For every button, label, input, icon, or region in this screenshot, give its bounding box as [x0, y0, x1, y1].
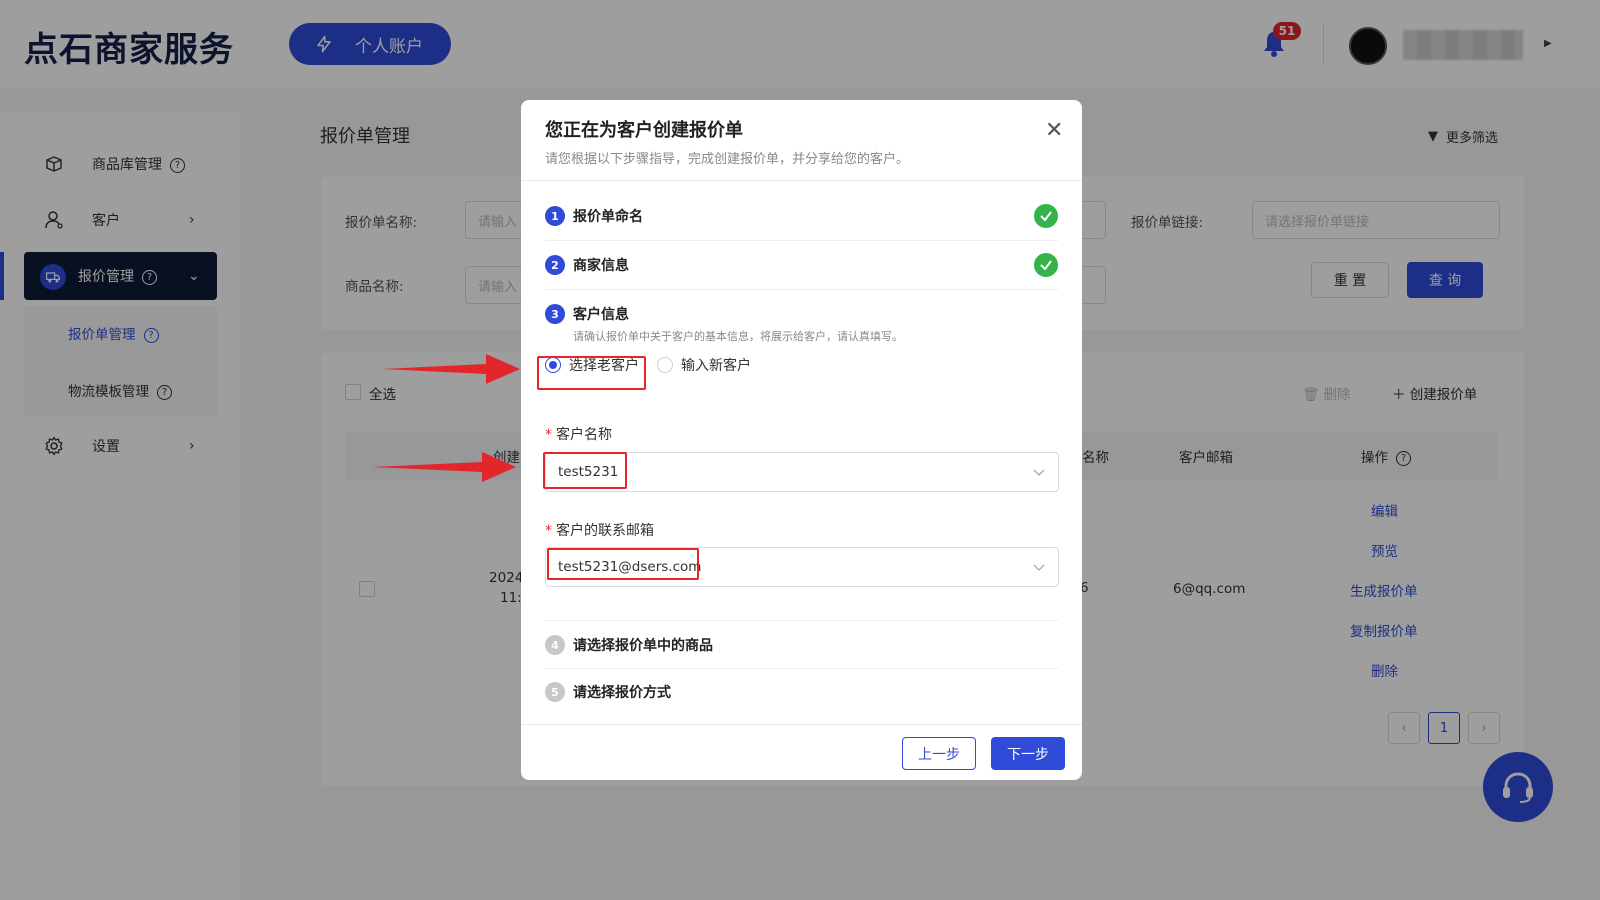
- modal-header-divider: [521, 180, 1082, 181]
- modal-title: 您正在为客户创建报价单: [545, 120, 743, 141]
- close-icon[interactable]: ✕: [1045, 118, 1063, 143]
- modal-subtitle: 请您根据以下步骤指导，完成创建报价单，并分享给您的客户。: [545, 152, 910, 167]
- chevron-down-icon: [1033, 469, 1045, 476]
- customer-name-label-text: 客户名称: [556, 427, 612, 443]
- customer-email-label-text: 客户的联系邮箱: [556, 523, 654, 539]
- step-select-pricing[interactable]: 5 请选择报价方式: [545, 668, 1058, 716]
- step-label: 请选择报价方式: [573, 685, 671, 701]
- step-number: 1: [545, 206, 565, 226]
- step-merchant-info[interactable]: 2 商家信息: [545, 241, 1058, 289]
- check-icon: [1034, 204, 1058, 228]
- chevron-down-icon: [1033, 564, 1045, 571]
- highlight-box: [543, 452, 627, 489]
- radio-new-customer[interactable]: [657, 357, 673, 373]
- annotation-arrow-icon: [382, 354, 520, 384]
- customer-name-label: * 客户名称: [545, 427, 612, 443]
- step-label: 报价单命名: [573, 209, 643, 225]
- step-number: 2: [545, 255, 565, 275]
- radio-new-label[interactable]: 输入新客户: [681, 355, 751, 375]
- step-label: 客户信息: [573, 307, 629, 323]
- previous-step-button[interactable]: 上一步: [902, 737, 976, 770]
- check-icon: [1034, 253, 1058, 277]
- step-quote-name[interactable]: 1 报价单命名: [545, 192, 1058, 240]
- step-number: 4: [545, 635, 565, 655]
- step-number: 3: [545, 304, 565, 324]
- step-number: 5: [545, 682, 565, 702]
- highlight-box: [537, 356, 646, 390]
- customer-email-label: * 客户的联系邮箱: [545, 523, 654, 539]
- next-step-button[interactable]: 下一步: [991, 737, 1065, 770]
- modal-footer-divider: [521, 724, 1082, 725]
- create-quote-modal: 您正在为客户创建报价单 请您根据以下步骤指导，完成创建报价单，并分享给您的客户。…: [521, 100, 1082, 780]
- annotation-arrow-icon: [372, 452, 516, 482]
- step-select-products[interactable]: 4 请选择报价单中的商品: [545, 621, 1058, 669]
- customer-info-hint: 请确认报价单中关于客户的基本信息，将展示给客户，请认真填写。: [573, 330, 903, 343]
- step-label: 商家信息: [573, 258, 629, 274]
- highlight-box: [547, 548, 699, 580]
- step-label: 请选择报价单中的商品: [573, 638, 713, 654]
